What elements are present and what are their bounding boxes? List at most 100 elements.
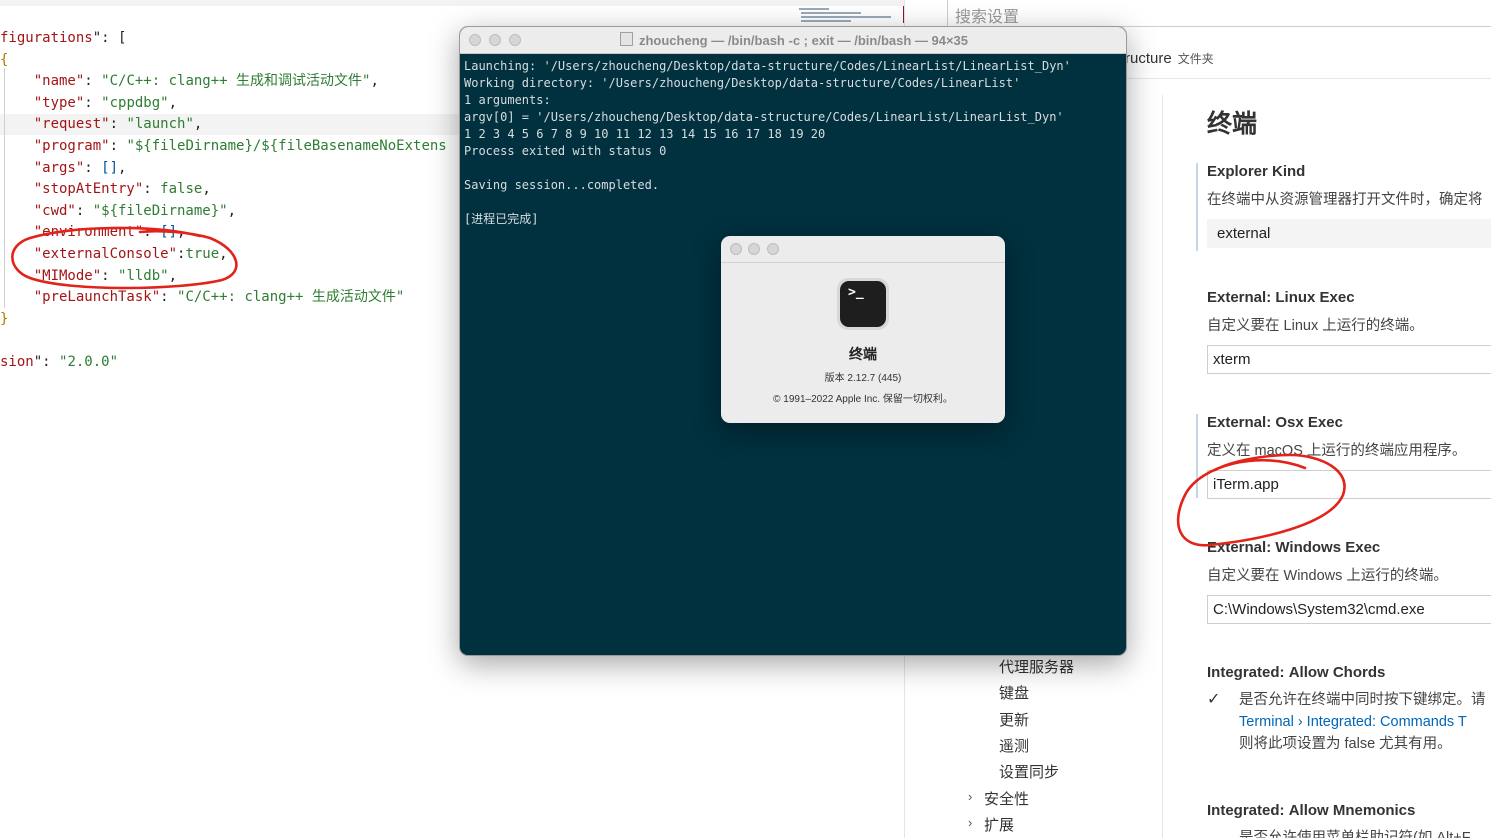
code-line[interactable]: "cwd": "${fileDirname}", (0, 201, 236, 222)
folder-icon (619, 32, 633, 46)
settings-content: 终端 Explorer Kind 在终端中从资源管理器打开文件时，确定将 ext… (1162, 95, 1491, 838)
setting-category: External: (1207, 289, 1272, 306)
code-token: , (168, 94, 178, 111)
code-line[interactable]: "externalConsole":true, (0, 244, 228, 265)
code-token: , (168, 267, 178, 284)
code-token: "args" (0, 159, 85, 176)
close-button[interactable] (730, 243, 742, 255)
settings-search-input[interactable]: 搜索设置 (947, 0, 1491, 27)
code-token: sion (0, 354, 34, 370)
code-token: "${fileDirname}" (92, 202, 228, 219)
breadcrumb-scope: 文件夹 (1177, 52, 1214, 66)
setting-link[interactable]: Terminal › Integrated: Commands T (1239, 714, 1467, 730)
code-token: "environment" (0, 224, 144, 241)
code-token: : (143, 181, 161, 198)
terminal-line: Saving session...completed. (464, 178, 660, 192)
code-token: , (370, 73, 379, 90)
code-line[interactable]: } (0, 309, 8, 330)
code-token: { (0, 51, 9, 68)
code-line[interactable]: "args": [], (0, 158, 127, 179)
setting-description: 在终端中从资源管理器打开文件时，确定将 (1207, 192, 1483, 208)
app-version: 版本 2.12.7 (445) (824, 373, 902, 384)
zoom-button[interactable] (767, 243, 779, 255)
chevron-right-icon[interactable]: › (968, 815, 972, 830)
code-line[interactable]: { (0, 50, 8, 71)
code-line[interactable]: "MIMode": "lldb", (0, 266, 177, 287)
tree-item-settings-sync[interactable]: 设置同步 (999, 761, 1059, 782)
code-token: "externalConsole" (0, 246, 178, 262)
code-token: true (185, 246, 220, 262)
code-token: : (84, 94, 102, 111)
code-line[interactable]: sion": "2.0.0" (0, 352, 118, 373)
chevron-right-icon[interactable]: › (968, 789, 972, 804)
code-token: "cwd" (0, 202, 76, 219)
setting-description: 自定义要在 Linux 上运行的终端。 (1207, 318, 1424, 334)
setting-category: External: (1207, 539, 1272, 556)
code-token: figurations (0, 30, 93, 46)
code-line[interactable]: "program": "${fileDirname}/${fileBasenam… (0, 136, 447, 157)
setting-windows-exec: External: Windows Exec 自定义要在 Windows 上运行… (1207, 539, 1491, 624)
code-line[interactable]: "request": "launch", (0, 114, 203, 135)
about-titlebar[interactable] (721, 236, 1005, 263)
allow-mnemonics-checkbox[interactable]: 是否允许使用菜单栏助记符(如 Alt+F (1207, 827, 1491, 838)
app-name: 终端 (849, 346, 877, 362)
tree-item-update[interactable]: 更新 (999, 709, 1029, 730)
terminal-titlebar[interactable]: zhoucheng — /bin/bash -c ; exit — /bin/b… (460, 27, 1126, 54)
app-copyright: © 1991–2022 Apple Inc. 保留一切权利。 (773, 394, 953, 405)
code-token: : (143, 224, 161, 241)
code-token: , (193, 116, 203, 133)
setting-linux-exec: External: Linux Exec 自定义要在 Linux 上运行的终端。… (1207, 289, 1491, 374)
section-title: 终端 (1207, 110, 1258, 138)
code-line[interactable]: figurations": [ (0, 28, 126, 49)
tree-group-security[interactable]: 安全性 (984, 788, 1029, 809)
setting-category: Integrated: (1207, 664, 1285, 681)
setting-name: Linux Exec (1275, 289, 1355, 306)
setting-name: Allow Chords (1288, 664, 1386, 681)
setting-category: External: (1207, 414, 1272, 431)
code-line[interactable]: "preLaunchTask": "C/C++: clang++ 生成活动文件" (0, 287, 405, 308)
code-line[interactable]: "stopAtEntry": false, (0, 179, 211, 200)
code-token: : (109, 116, 127, 133)
setting-name: Explorer Kind (1207, 163, 1306, 180)
checkmark-icon[interactable]: ✓ (1207, 689, 1220, 711)
code-line[interactable]: "type": "cppdbg", (0, 93, 177, 114)
editor-top-strip (0, 0, 905, 6)
allow-chords-checkbox[interactable]: ✓ 是否允许在终端中同时按下键绑定。请 Terminal › Integrate… (1207, 689, 1491, 755)
code-token: : (75, 202, 93, 219)
tree-item-telemetry[interactable]: 遥测 (999, 735, 1029, 756)
code-token: , (202, 181, 211, 198)
code-token: "lldb" (118, 267, 169, 284)
code-token: , (177, 224, 186, 241)
breadcrumb[interactable]: ructure 文件夹 (1125, 50, 1214, 67)
tree-group-extensions[interactable]: 扩展 (984, 814, 1014, 835)
code-token: "preLaunchTask" (0, 289, 161, 306)
minimize-button[interactable] (748, 243, 760, 255)
code-token: "request" (0, 116, 110, 133)
setting-description: 自定义要在 Windows 上运行的终端。 (1207, 568, 1448, 584)
code-line[interactable]: "name": "C/C++: clang++ 生成和调试活动文件", (0, 71, 379, 92)
osx-exec-input[interactable]: iTerm.app (1207, 470, 1491, 499)
terminal-app-icon: >_ (837, 278, 889, 330)
linux-exec-input[interactable]: xterm (1207, 345, 1491, 374)
about-dialog[interactable]: >_ 终端 版本 2.12.7 (445) © 1991–2022 Apple … (721, 236, 1005, 423)
modified-indicator (1196, 414, 1198, 498)
code-token: : (101, 267, 119, 284)
code-token: : (84, 73, 102, 90)
setting-osx-exec: External: Osx Exec 定义在 macOS 上运行的终端应用程序。… (1196, 414, 1491, 499)
code-line[interactable]: "environment": [], (0, 222, 186, 243)
tree-item-proxy[interactable]: 代理服务器 (999, 656, 1074, 677)
minimap[interactable] (795, 4, 905, 26)
modified-indicator (1196, 163, 1198, 251)
setting-allow-chords: Integrated: Allow Chords ✓ 是否允许在终端中同时按下键… (1207, 664, 1491, 755)
code-token: : (160, 289, 178, 306)
terminal-line: argv[0] = '/Users/zhoucheng/Desktop/data… (464, 110, 1064, 124)
explorer-kind-select[interactable]: external (1207, 219, 1491, 248)
code-token: [] (101, 159, 119, 176)
setting-description: 是否允许使用菜单栏助记符(如 Alt+F (1239, 830, 1471, 838)
terminal-title: zhoucheng — /bin/bash -c ; exit — /bin/b… (460, 32, 1126, 48)
windows-exec-input[interactable]: C:\Windows\System32\cmd.exe (1207, 595, 1491, 624)
tree-item-keyboard[interactable]: 键盘 (999, 682, 1029, 703)
terminal-title-text: zhoucheng — /bin/bash -c ; exit — /bin/b… (638, 33, 969, 48)
terminal-line: Process exited with status 0 (464, 144, 667, 158)
code-token: , (118, 159, 127, 176)
